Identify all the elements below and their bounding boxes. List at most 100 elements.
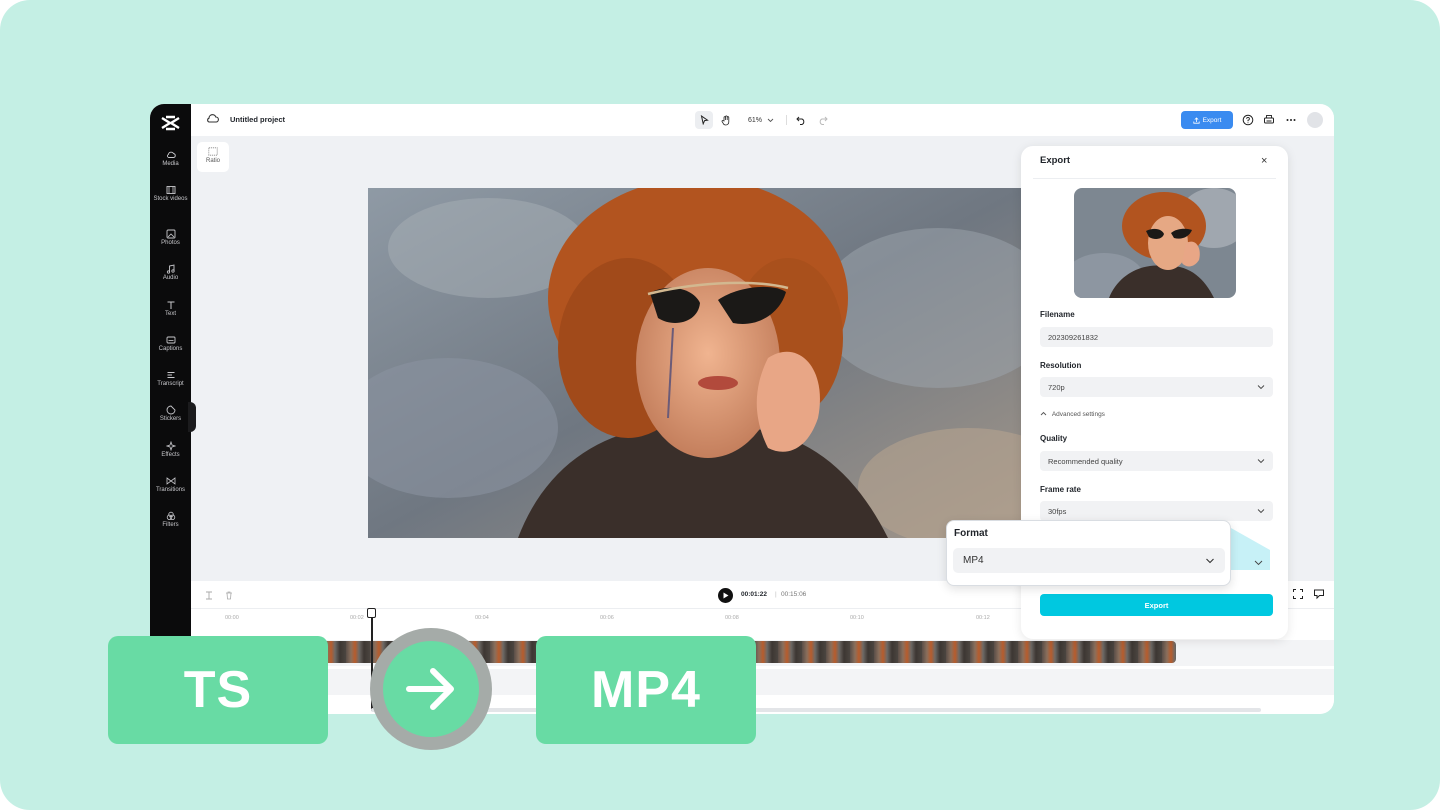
advanced-settings-label: Advanced settings	[1051, 411, 1105, 418]
portrait-photo	[368, 188, 1028, 538]
split-icon[interactable]	[205, 591, 213, 600]
avatar[interactable]	[1307, 112, 1323, 128]
captions-icon	[166, 336, 175, 344]
frame-rate-select[interactable]: 30fps	[1040, 501, 1273, 521]
sidebar-item-photos[interactable]: Photos	[150, 229, 191, 248]
transcript-icon	[167, 372, 174, 378]
timeline-tick: 00:04	[475, 615, 489, 621]
sidebar-item-label: Filters	[162, 522, 179, 528]
format-label: Format	[954, 528, 988, 539]
filename-field[interactable]: 202309261832	[1040, 327, 1273, 347]
more-icon[interactable]	[1285, 114, 1297, 126]
cloud-upload-icon	[166, 151, 176, 158]
printer-icon[interactable]	[1263, 114, 1275, 126]
top-bar: Untitled project 61% Export	[191, 104, 1334, 136]
sparkle-icon	[165, 441, 176, 451]
advanced-settings-toggle[interactable]: Advanced settings	[1040, 411, 1105, 418]
sidebar-item-label: Transcript	[157, 381, 184, 387]
redo-button[interactable]	[815, 111, 831, 129]
sidebar-collapse-handle[interactable]	[188, 402, 196, 432]
target-format-badge: MP4	[536, 636, 756, 744]
video-preview[interactable]	[368, 188, 1028, 538]
chevron-down-icon	[1254, 560, 1263, 566]
ratio-icon	[208, 147, 218, 156]
hand-tool-button[interactable]	[717, 111, 735, 129]
time-separator: |	[775, 591, 777, 598]
stage: Media Stock videos Photos Audio Text Cap…	[0, 0, 1440, 810]
sidebar-item-media[interactable]: Media	[150, 150, 191, 169]
convert-arrow	[383, 641, 479, 737]
timeline-tick: 00:12	[976, 615, 990, 621]
sidebar-item-audio[interactable]: Audio	[150, 264, 191, 283]
chevron-up-icon	[1040, 411, 1047, 416]
upload-icon	[1192, 116, 1200, 124]
capcut-logo	[161, 115, 180, 131]
ratio-label: Ratio	[205, 158, 220, 164]
sidebar-item-label: Audio	[162, 275, 179, 281]
format-select[interactable]: MP4	[953, 548, 1225, 573]
chevron-down-icon	[1257, 385, 1265, 390]
delete-icon[interactable]	[225, 591, 233, 600]
pointer-icon	[700, 115, 709, 125]
sidebar-item-label: Text	[164, 311, 176, 317]
sidebar-item-text[interactable]: Text	[150, 300, 191, 319]
text-icon	[167, 301, 174, 309]
total-time: 00:15:06	[781, 591, 807, 598]
sidebar-item-stickers[interactable]: Stickers	[150, 405, 191, 424]
ratio-button[interactable]: Ratio	[197, 142, 229, 172]
resolution-label: Resolution	[1040, 361, 1082, 370]
select-tool-button[interactable]	[695, 111, 713, 129]
timeline-tick: 00:02	[350, 615, 364, 621]
source-format-badge: TS	[108, 636, 328, 744]
sticker-icon	[166, 405, 175, 415]
filename-value: 202309261832	[1048, 332, 1099, 342]
sidebar-item-label: Stock videos	[153, 196, 188, 202]
project-title[interactable]: Untitled project	[230, 115, 285, 124]
quality-label: Quality	[1040, 434, 1068, 443]
current-time: 00:01:22	[741, 591, 768, 598]
transition-icon	[166, 477, 175, 485]
format-value: MP4	[963, 555, 984, 566]
cloud-icon[interactable]	[206, 113, 219, 125]
music-note-icon	[166, 264, 175, 274]
format-popover: Format MP4	[946, 520, 1231, 586]
image-icon	[166, 229, 175, 239]
sidebar-item-captions[interactable]: Captions	[150, 335, 191, 354]
chevron-down-icon	[1257, 509, 1265, 514]
sidebar-item-transcript[interactable]: Transcript	[150, 370, 191, 389]
undo-icon	[796, 116, 805, 125]
sidebar-item-stock-videos[interactable]: Stock videos	[150, 185, 191, 204]
sidebar-item-filters[interactable]: Filters	[150, 511, 191, 530]
sidebar-item-label: Photos	[161, 240, 180, 246]
resolution-select[interactable]: 720p	[1040, 377, 1273, 397]
quality-select[interactable]: Recommended quality	[1040, 451, 1273, 471]
export-thumbnail	[1074, 188, 1236, 298]
chevron-down-icon	[1206, 558, 1214, 564]
fullscreen-icon[interactable]	[1292, 588, 1304, 600]
divider	[1033, 178, 1276, 179]
quality-value: Recommended quality	[1048, 456, 1123, 466]
undo-button[interactable]	[793, 111, 809, 129]
sidebar-item-label: Captions	[158, 346, 183, 352]
timeline-scrollbar[interactable]	[371, 708, 1261, 712]
frame-rate-value: 30fps	[1048, 506, 1067, 516]
playhead-handle[interactable]	[367, 608, 376, 618]
comment-icon[interactable]	[1313, 588, 1325, 600]
filter-icon	[166, 511, 175, 520]
arrow-right-icon	[406, 668, 454, 710]
sidebar-item-transitions[interactable]: Transitions	[150, 476, 191, 495]
export-button[interactable]: Export	[1040, 594, 1273, 616]
sidebar-item-label: Stickers	[159, 416, 182, 422]
zoom-value: 61%	[747, 116, 762, 124]
sidebar-item-label: Transitions	[155, 487, 186, 493]
chevron-down-icon	[1257, 459, 1265, 464]
toolbar-divider	[786, 115, 787, 125]
help-icon[interactable]	[1242, 114, 1254, 126]
play-button[interactable]	[718, 588, 733, 603]
left-sidebar: Media Stock videos Photos Audio Text Cap…	[150, 104, 191, 714]
top-export-button[interactable]: Export	[1181, 111, 1233, 129]
close-button[interactable]: ×	[1261, 155, 1267, 167]
timeline-tick: 00:06	[600, 615, 614, 621]
zoom-select[interactable]: 61%	[744, 111, 778, 129]
sidebar-item-effects[interactable]: Effects	[150, 441, 191, 460]
